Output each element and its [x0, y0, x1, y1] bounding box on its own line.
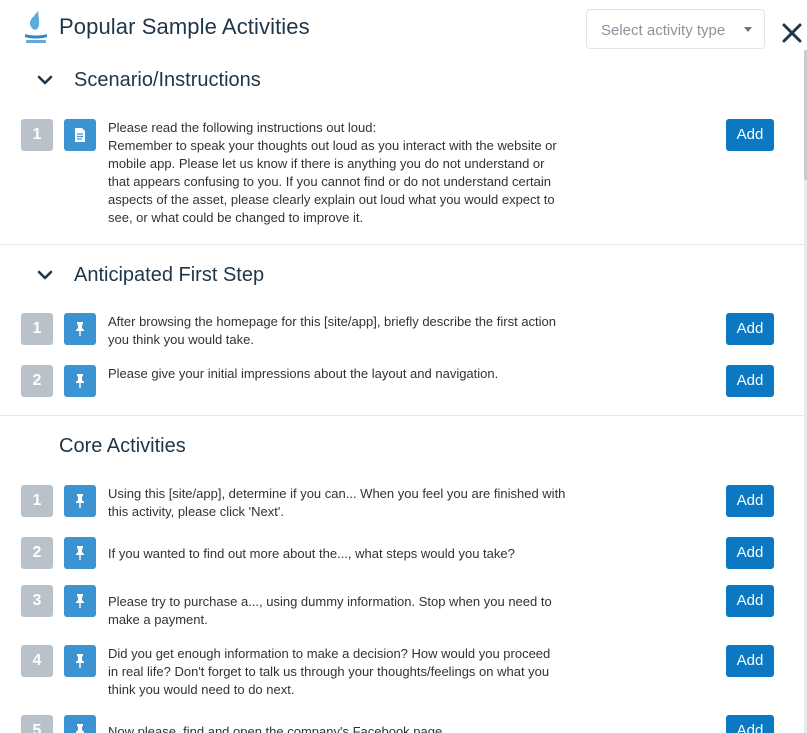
chevron-down-icon[interactable] — [37, 75, 53, 87]
item-number: 1 — [21, 119, 53, 151]
pin-icon — [64, 715, 96, 733]
item-text: Did you get enough information to make a… — [108, 646, 551, 697]
caret-down-icon — [744, 27, 752, 32]
section-title: Scenario/Instructions — [74, 69, 261, 91]
add-button[interactable]: Add — [726, 645, 774, 677]
item-number: 1 — [21, 313, 53, 345]
add-button[interactable]: Add — [726, 585, 774, 617]
add-button[interactable]: Add — [726, 119, 774, 151]
item-number: 2 — [21, 365, 53, 397]
add-button[interactable]: Add — [726, 365, 774, 397]
item-text: Please try to purchase a..., using dummy… — [108, 594, 552, 627]
item-number: 5 — [21, 715, 53, 733]
close-icon[interactable] — [779, 20, 805, 46]
section-title: Core Activities — [59, 435, 186, 457]
activity-type-placeholder: Select activity type — [601, 22, 726, 39]
item-text: Please give your initial impressions abo… — [108, 366, 499, 381]
item-number: 2 — [21, 537, 53, 569]
item-text: Please read the following instructions o… — [108, 119, 568, 227]
item-text: After browsing the homepage for this [si… — [108, 314, 557, 347]
item-number: 4 — [21, 645, 53, 677]
section-header-anticipated-first-step[interactable]: Anticipated First Step — [0, 261, 804, 291]
pin-icon — [64, 365, 96, 397]
divider — [0, 415, 804, 416]
add-button[interactable]: Add — [726, 313, 774, 345]
add-button[interactable]: Add — [726, 485, 774, 517]
dialog-header: Popular Sample Activities Select activit… — [0, 0, 807, 62]
section-header-scenario[interactable]: Scenario/Instructions — [0, 66, 804, 96]
item-text: Now please, find and open the company's … — [108, 724, 446, 733]
pin-icon — [64, 537, 96, 569]
pin-icon — [64, 485, 96, 517]
item-text-heading: Please read the following instructions o… — [108, 120, 377, 135]
item-text: Using this [site/app], determine if you … — [108, 486, 566, 519]
item-number: 3 — [21, 585, 53, 617]
page-title: Popular Sample Activities — [59, 14, 310, 39]
activity-type-select[interactable]: Select activity type — [586, 9, 765, 49]
document-icon — [64, 119, 96, 151]
item-text: If you wanted to find out more about the… — [108, 546, 515, 561]
divider — [0, 244, 804, 245]
pin-icon — [64, 313, 96, 345]
item-number: 1 — [21, 485, 53, 517]
add-button[interactable]: Add — [726, 537, 774, 569]
logo-icon — [25, 11, 47, 43]
item-text-body: Remember to speak your thoughts out loud… — [108, 138, 557, 225]
section-header-core-activities: Core Activities — [0, 432, 804, 462]
chevron-down-icon[interactable] — [37, 270, 53, 282]
pin-icon — [64, 645, 96, 677]
add-button[interactable]: Add — [726, 715, 774, 733]
section-title: Anticipated First Step — [74, 264, 265, 286]
pin-icon — [64, 585, 96, 617]
